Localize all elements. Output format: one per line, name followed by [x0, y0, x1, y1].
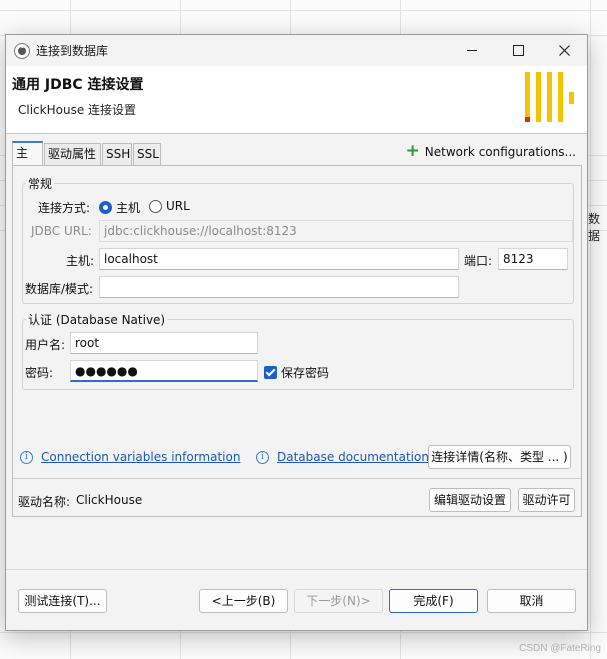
minimize-button[interactable] — [449, 35, 495, 66]
driver-name-label: 驱动名称: — [18, 495, 71, 509]
connection-variables-link-text: Connection variables information — [41, 450, 241, 464]
connection-variables-link[interactable]: i Connection variables information — [20, 450, 240, 464]
tab-main[interactable]: 主要 — [12, 141, 43, 180]
radio-url-label: URL — [166, 199, 190, 213]
cancel-button[interactable]: 取消 — [487, 589, 576, 613]
database-documentation-link[interactable]: i Database documentation — [256, 450, 429, 464]
info-icon: i — [20, 450, 33, 464]
tab-ssl[interactable]: SSL — [133, 143, 161, 165]
port-label: 端口: — [464, 254, 493, 268]
info-icon: i — [256, 450, 269, 464]
password-label: 密码: — [25, 366, 54, 380]
maximize-button[interactable] — [495, 35, 541, 66]
auth-group-title: 认证 (Database Native) — [26, 311, 168, 328]
jdbc-url-field: jdbc:clickhouse://localhost:8123 — [99, 220, 573, 242]
checkbox-checked-icon — [264, 366, 277, 379]
network-configurations-button[interactable]: + Network configurations... — [406, 143, 576, 160]
network-configurations-label: Network configurations... — [424, 144, 576, 159]
radio-unselected-icon — [149, 199, 162, 213]
main-tab-panel: 常规 连接方式: 主机 URL JDBC URL: jdbc:clickhous… — [12, 165, 582, 517]
database-label: 数据库/模式: — [25, 282, 94, 296]
dbeaver-app-icon — [14, 42, 30, 59]
driver-separator — [13, 478, 581, 479]
edit-driver-settings-button[interactable]: 编辑驱动设置 — [429, 488, 511, 512]
watermark: CSDN @FateRing — [519, 643, 601, 654]
background-cell-text: 数据 — [588, 212, 601, 243]
database-field[interactable] — [99, 276, 459, 298]
driver-name-value: ClickHouse — [76, 493, 143, 507]
close-button[interactable] — [541, 35, 587, 66]
dialog-header: 通用 JDBC 连接设置 ClickHouse 连接设置 — [6, 66, 587, 134]
general-group-title: 常规 — [26, 175, 55, 192]
password-field[interactable]: ●●●●●● — [70, 360, 258, 382]
radio-host[interactable]: 主机 — [99, 199, 140, 216]
connection-details-button[interactable]: 连接详情(名称、类型 ... ) — [428, 445, 571, 469]
tab-driver-properties[interactable]: 驱动属性 — [44, 143, 101, 165]
clickhouse-logo-icon — [525, 72, 574, 122]
window-controls — [449, 35, 587, 66]
footer-separator — [6, 569, 587, 570]
username-label: 用户名: — [25, 338, 66, 352]
close-icon — [558, 45, 570, 56]
tab-ssh[interactable]: SSH — [102, 143, 132, 165]
title-bar[interactable]: 连接到数据库 — [6, 35, 587, 66]
jdbc-url-label: JDBC URL: — [31, 224, 92, 238]
driver-license-button[interactable]: 驱动许可 — [518, 488, 575, 512]
radio-selected-icon — [99, 201, 112, 214]
plus-icon: + — [405, 141, 420, 161]
save-password-checkbox[interactable]: 保存密码 — [264, 364, 329, 381]
page-subtitle: ClickHouse 连接设置 — [18, 103, 137, 117]
radio-url[interactable]: URL — [149, 199, 190, 213]
host-label: 主机: — [66, 254, 95, 268]
username-field[interactable]: root — [70, 332, 258, 354]
page-title: 通用 JDBC 连接设置 — [12, 77, 144, 93]
connect-by-label: 连接方式: — [38, 201, 91, 215]
port-field[interactable]: 8123 — [498, 248, 568, 270]
radio-host-label: 主机 — [116, 201, 141, 215]
test-connection-button[interactable]: 测试连接(T)... — [18, 589, 107, 613]
host-field[interactable]: localhost — [99, 248, 459, 270]
window-title: 连接到数据库 — [36, 44, 109, 58]
finish-button[interactable]: 完成(F) — [389, 589, 478, 613]
database-documentation-link-text: Database documentation — [277, 450, 429, 464]
tab-bar: 主要 驱动属性 SSH SSL + Network configurations… — [12, 141, 582, 180]
next-button: 下一步(N)> — [294, 589, 383, 613]
connect-database-dialog: 连接到数据库 通用 JDBC 连接设置 ClickHouse 连接设置 主要 驱… — [5, 34, 588, 631]
save-password-label: 保存密码 — [281, 366, 330, 380]
back-button[interactable]: <上一步(B) — [199, 589, 288, 613]
